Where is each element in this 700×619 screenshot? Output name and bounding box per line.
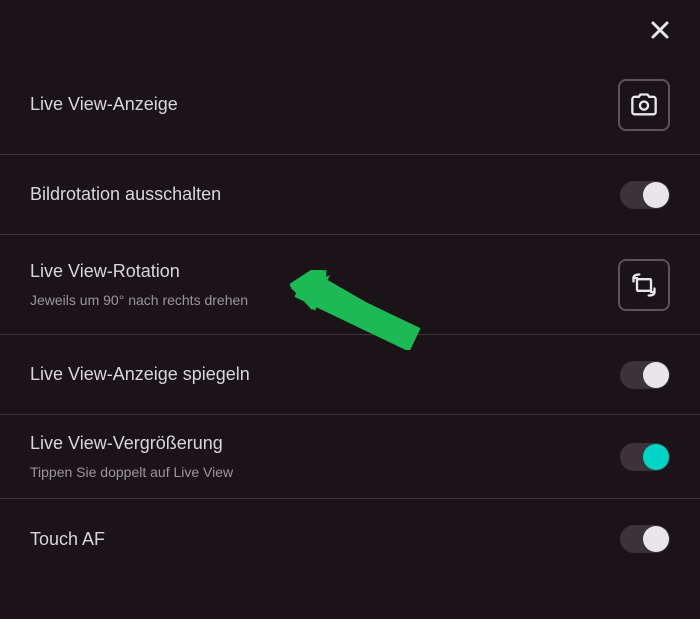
settings-list: Live View-Anzeige Bildrotation ausschalt… [0, 0, 700, 579]
rotate-icon [630, 271, 658, 299]
touch-af-toggle[interactable] [620, 525, 670, 553]
row-title: Live View-Anzeige spiegeln [30, 364, 250, 385]
close-icon [648, 18, 672, 42]
row-text: Live View-Anzeige spiegeln [30, 364, 250, 385]
row-text: Live View-Vergrößerung Tippen Sie doppel… [30, 433, 233, 480]
settings-row-live-view-display[interactable]: Live View-Anzeige [0, 55, 700, 155]
toggle-knob [643, 362, 669, 388]
toggle-knob [643, 444, 669, 470]
row-title: Live View-Vergrößerung [30, 433, 233, 454]
settings-row-live-view-rotation[interactable]: Live View-Rotation Jeweils um 90° nach r… [0, 235, 700, 335]
live-view-rotation-button[interactable] [618, 259, 670, 311]
live-view-display-button[interactable] [618, 79, 670, 131]
settings-row-mirror-display[interactable]: Live View-Anzeige spiegeln [0, 335, 700, 415]
mirror-display-toggle[interactable] [620, 361, 670, 389]
image-rotation-toggle[interactable] [620, 181, 670, 209]
row-text: Live View-Anzeige [30, 94, 178, 115]
row-title: Touch AF [30, 529, 105, 550]
toggle-knob [643, 526, 669, 552]
camera-icon [630, 91, 658, 119]
settings-row-live-view-zoom[interactable]: Live View-Vergrößerung Tippen Sie doppel… [0, 415, 700, 499]
live-view-zoom-toggle[interactable] [620, 443, 670, 471]
row-text: Touch AF [30, 529, 105, 550]
row-text: Bildrotation ausschalten [30, 184, 221, 205]
settings-row-image-rotation-off[interactable]: Bildrotation ausschalten [0, 155, 700, 235]
row-title: Live View-Anzeige [30, 94, 178, 115]
row-title: Bildrotation ausschalten [30, 184, 221, 205]
settings-row-touch-af[interactable]: Touch AF [0, 499, 700, 579]
row-text: Live View-Rotation Jeweils um 90° nach r… [30, 261, 248, 308]
toggle-knob [643, 182, 669, 208]
close-button[interactable] [645, 15, 675, 45]
row-subtitle: Jeweils um 90° nach rechts drehen [30, 292, 248, 308]
row-subtitle: Tippen Sie doppelt auf Live View [30, 464, 233, 480]
row-title: Live View-Rotation [30, 261, 248, 282]
